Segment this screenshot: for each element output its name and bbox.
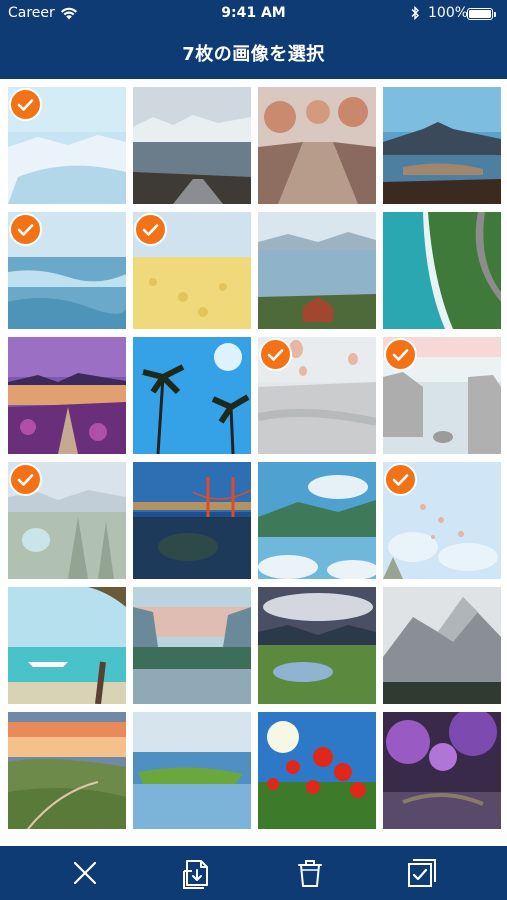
selected-check-icon [9,88,42,121]
page-title: 7枚の画像を選択 [182,44,325,65]
photo-tile[interactable] [133,462,251,579]
photo-tile[interactable] [258,587,376,704]
trash-icon [298,860,322,887]
photo-tile[interactable] [133,212,251,329]
photo-tile[interactable] [133,587,251,704]
photo-tile[interactable] [383,337,501,454]
selected-check-icon [259,338,292,371]
photo-tile[interactable] [8,462,126,579]
select-all-button[interactable] [405,856,439,890]
selected-check-icon [384,463,417,496]
selected-check-icon [384,338,417,371]
select-all-icon [408,859,436,887]
photo-tile[interactable] [383,212,501,329]
selected-check-icon [9,463,42,496]
photo-tile[interactable] [258,337,376,454]
save-to-device-icon [183,860,208,889]
bottom-toolbar [0,846,507,900]
photo-tile[interactable] [8,712,126,829]
bluetooth-icon [410,5,420,24]
photo-tile[interactable] [383,712,501,829]
photo-tile[interactable] [258,212,376,329]
photo-tile[interactable] [383,462,501,579]
close-icon [73,861,97,885]
photo-tile[interactable] [133,337,251,454]
selected-check-icon [134,213,167,246]
photo-tile[interactable] [258,712,376,829]
photo-tile[interactable] [133,87,251,204]
delete-button[interactable] [293,856,327,890]
header-bar: Career 9:41 AM 100% 7枚の画像を選択 [0,0,507,79]
photo-tile[interactable] [133,712,251,829]
photo-tile[interactable] [383,87,501,204]
photo-grid [8,87,501,829]
selected-check-icon [9,213,42,246]
photo-tile[interactable] [258,87,376,204]
photo-tile[interactable] [8,587,126,704]
battery-percent: 100% [428,5,469,21]
battery-icon [467,8,496,20]
photo-tile[interactable] [383,587,501,704]
photo-tile[interactable] [8,87,126,204]
close-button[interactable] [68,856,102,890]
photo-tile[interactable] [258,462,376,579]
status-bar: Career 9:41 AM 100% [0,5,507,23]
save-to-device-button[interactable] [181,856,215,890]
photo-tile[interactable] [8,212,126,329]
photo-tile[interactable] [8,337,126,454]
